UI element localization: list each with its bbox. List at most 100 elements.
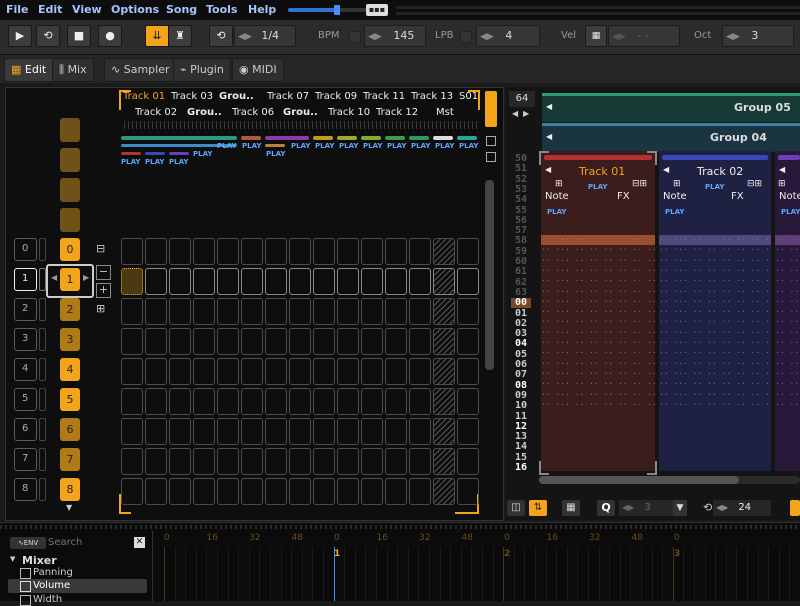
menu-file[interactable]: File	[6, 3, 29, 16]
clip-slot[interactable]	[385, 358, 407, 385]
clip-slot[interactable]	[145, 298, 167, 325]
clip-slot[interactable]	[193, 448, 215, 475]
clip-slot[interactable]	[193, 268, 215, 295]
expand-tree-icon[interactable]: ▼	[10, 555, 15, 563]
clip-slot[interactable]	[265, 298, 287, 325]
pattern-line[interactable]: ·· ··· ·· ·· ·· ·· ·· ·· ··	[659, 297, 771, 307]
master-volume-slider[interactable]	[288, 5, 368, 15]
clip-slot[interactable]	[337, 328, 359, 355]
pattern-line[interactable]: ·· ··· ·· ·· ·· ·· ·· ·· ··	[541, 379, 655, 389]
clip-slot[interactable]	[145, 388, 167, 415]
pattern-line[interactable]: ·· ··	[775, 266, 800, 276]
automation-timeline[interactable]: 0 16 32 48 0 16 32 48 0 16 32 48 0 1 2 3	[158, 533, 800, 601]
collapse-track-icon[interactable]: ◀	[663, 165, 669, 174]
clip-slot[interactable]	[289, 298, 311, 325]
add-column-icon[interactable]: ⊞	[673, 179, 681, 189]
scene-button[interactable]: 6	[60, 418, 80, 441]
clip-slot[interactable]	[193, 298, 215, 325]
clip-slot[interactable]	[241, 448, 263, 475]
clone-icon[interactable]: ⊟	[96, 242, 105, 255]
matrix-options-icon[interactable]: ⊞	[96, 302, 105, 315]
clip-slot[interactable]	[217, 358, 239, 385]
pattern-line[interactable]: ·· ··· ·· ·· ·· ·· ·· ·· ··	[541, 297, 655, 307]
clip-slot[interactable]	[433, 388, 455, 415]
pattern-line[interactable]: ·· ··· ·· ·· ·· ·· ·· ·· ··	[541, 328, 655, 338]
pattern-line[interactable]: ·· ··· ·· ·· ·· ·· ·· ·· ··	[659, 359, 771, 369]
pattern-line[interactable]: ·· ··· ·· ·· ·· ·· ·· ·· ··	[541, 266, 655, 276]
pattern-line[interactable]: ·· ··· ·· ·· ·· ·· ·· ·· ··	[659, 328, 771, 338]
pattern-prev-icon[interactable]: ◀	[512, 109, 518, 118]
clip-slot[interactable]	[313, 298, 335, 325]
menu-view[interactable]: View	[72, 3, 102, 16]
clip-slot[interactable]	[145, 238, 167, 265]
clip-slot[interactable]	[121, 238, 143, 265]
clear-search-icon[interactable]: ✕	[134, 537, 145, 548]
pattern-line[interactable]: ·· ··	[775, 359, 800, 369]
pattern-line[interactable]: ·· ··	[775, 338, 800, 348]
pattern-line[interactable]: ·· ··· ·· ·· ·· ·· ·· ·· ··	[541, 276, 655, 286]
pattern-line[interactable]: ·· ··· ·· ·· ·· ·· ·· ·· ··	[659, 256, 771, 266]
pattern-line[interactable]: ·· ··	[775, 297, 800, 307]
pattern-line[interactable]: ·· ··	[775, 317, 800, 327]
track-header[interactable]: Track 06	[232, 107, 274, 118]
pattern-line[interactable]: ·· ··	[775, 400, 800, 410]
clip-slot[interactable]	[361, 268, 383, 295]
velocity-box[interactable]: ◀▶ - -	[608, 25, 680, 47]
pattern-line[interactable]: ·· ··· ·· ·· ·· ·· ·· ·· ··	[541, 256, 655, 266]
collapse-icon[interactable]	[486, 152, 496, 162]
clip-slot[interactable]	[241, 268, 263, 295]
add-icon[interactable]: +	[96, 283, 111, 298]
clip-slot[interactable]	[265, 478, 287, 505]
scene-button[interactable]: 4	[60, 358, 80, 381]
clip-slot[interactable]	[433, 328, 455, 355]
clip-slot[interactable]	[409, 238, 431, 265]
play-icon[interactable]: ▶	[8, 25, 32, 47]
clip-slot[interactable]	[265, 268, 287, 295]
tab-mix[interactable]: ⫼ Mix	[52, 58, 94, 82]
clip-slot[interactable]	[409, 478, 431, 505]
pattern-line[interactable]: ·· ··· ·· ·· ·· ·· ·· ·· ··	[659, 287, 771, 297]
clip-slot[interactable]	[409, 328, 431, 355]
tab-plugin[interactable]: ⌁ Plugin	[173, 58, 231, 82]
clip-slot[interactable]	[121, 478, 143, 505]
clip-slot[interactable]	[169, 238, 191, 265]
add-column-icon[interactable]: ⊞	[555, 179, 563, 189]
edit-step-box[interactable]: ◀▶ 24	[713, 500, 771, 516]
clip-slot[interactable]	[433, 448, 455, 475]
clip-slot[interactable]	[289, 418, 311, 445]
pattern-line[interactable]: ·· ··· ·· ·· ·· ·· ·· ·· ··	[659, 317, 771, 327]
scene-button[interactable]	[60, 208, 80, 232]
track-header[interactable]: Track 10	[328, 107, 370, 118]
clip-slot[interactable]	[193, 238, 215, 265]
clip-slot[interactable]	[145, 478, 167, 505]
clip-slot[interactable]	[337, 238, 359, 265]
clip-slot[interactable]	[457, 388, 479, 415]
clip-slot[interactable]	[265, 418, 287, 445]
pattern-count[interactable]: 64	[509, 91, 535, 107]
pattern-line[interactable]: ·· ··· ·· ·· ·· ·· ·· ·· ··	[659, 379, 771, 389]
clip-slot[interactable]	[433, 478, 455, 505]
clip-slot[interactable]	[121, 298, 143, 325]
pattern-line[interactable]: ·· ··· ·· ·· ·· ·· ·· ·· ··	[541, 359, 655, 369]
clip-slot[interactable]	[217, 388, 239, 415]
scene-button[interactable]	[60, 148, 80, 172]
param-panning[interactable]: Panning	[33, 567, 73, 578]
sequence-slot[interactable]: 6	[14, 418, 37, 441]
pattern-line[interactable]: ·· ··	[775, 348, 800, 358]
clip-slot[interactable]	[289, 238, 311, 265]
clip-slot[interactable]	[193, 478, 215, 505]
clip-slot[interactable]	[313, 328, 335, 355]
sequence-slot[interactable]: 0	[14, 238, 37, 261]
pattern-line[interactable]: ·· ··	[775, 379, 800, 389]
clip-slot[interactable]	[433, 298, 455, 325]
header-toggle-icon[interactable]	[485, 91, 497, 127]
clip-slot[interactable]	[169, 268, 191, 295]
matrix-scrollbar[interactable]	[485, 180, 494, 370]
clip-slot[interactable]	[121, 328, 143, 355]
clip-slot[interactable]	[193, 358, 215, 385]
pattern-line[interactable]: ·· ··· ·· ·· ·· ·· ·· ·· ··	[541, 317, 655, 327]
clip-slot[interactable]	[361, 418, 383, 445]
clip-slot[interactable]	[457, 268, 479, 295]
track-header[interactable]: Track 01	[123, 91, 165, 102]
scene-prev-icon[interactable]: ◀	[51, 273, 57, 282]
